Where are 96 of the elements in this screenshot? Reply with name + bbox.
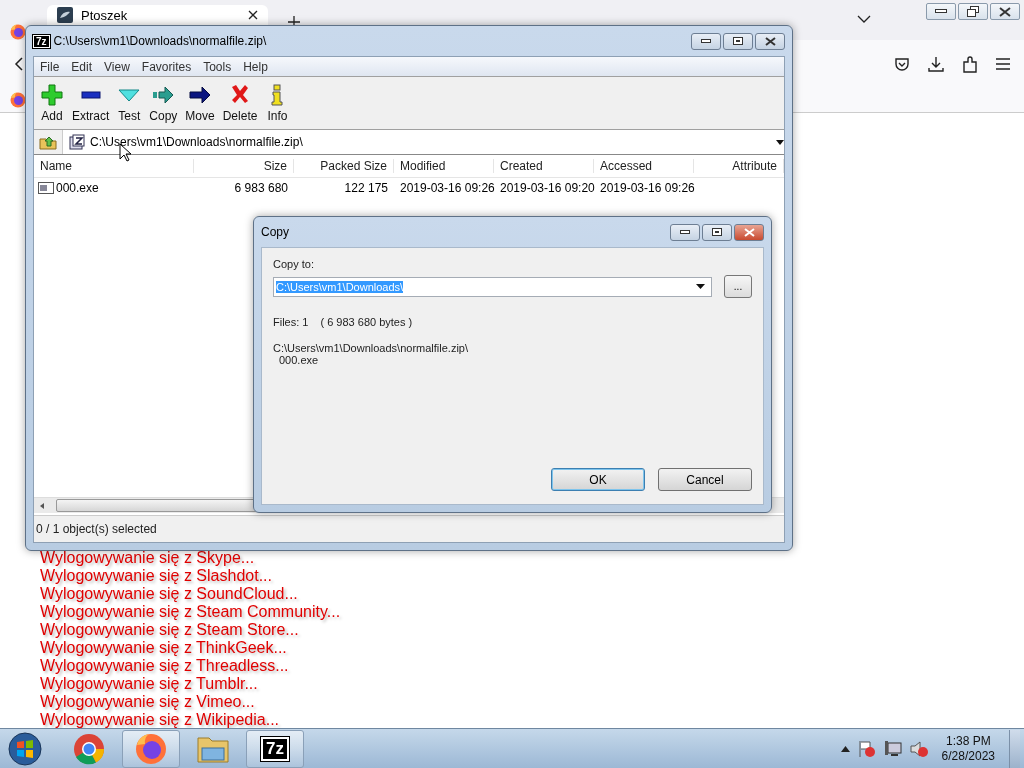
chevron-down-icon[interactable] <box>857 14 871 24</box>
cancel-button[interactable]: Cancel <box>658 468 752 491</box>
status-message: Wylogowywanie się z ThinkGeek... <box>40 639 288 657</box>
file-name[interactable]: 000.exe <box>34 181 194 195</box>
browse-button[interactable]: ... <box>724 275 752 298</box>
close-button[interactable] <box>990 3 1020 20</box>
archive-icon <box>69 134 85 150</box>
toolbar-button[interactable]: Extract <box>68 83 114 123</box>
minimize-icon <box>680 229 690 235</box>
source-path: C:\Users\vm1\Downloads\normalfile.zip\ <box>273 342 469 354</box>
menu-item[interactable]: Tools <box>197 59 238 74</box>
table-cell-text: 6 983 680 <box>233 181 289 195</box>
restore-icon <box>967 6 979 17</box>
status-message: Wylogowywanie się z Steam Store... <box>40 621 300 639</box>
show-hidden-icons-icon[interactable] <box>840 745 850 752</box>
status-message: Wylogowywanie się z Wikipedia... <box>40 711 281 729</box>
menu-icon[interactable] <box>996 58 1010 70</box>
menu-item[interactable]: Favorites <box>135 59 198 74</box>
firefox-icon <box>10 24 26 40</box>
toolbar-button[interactable]: Delete <box>218 83 262 123</box>
column-header[interactable]: Attribute <box>694 159 784 173</box>
menu-item[interactable]: View <box>98 59 136 74</box>
network-icon[interactable] <box>883 739 902 758</box>
app-logo: 7z <box>33 34 50 48</box>
minimize-button[interactable] <box>926 3 956 20</box>
file-name: 000.exe <box>278 354 320 366</box>
ok-button[interactable]: OK <box>551 468 645 491</box>
menu-item[interactable]: Edit <box>65 59 99 74</box>
firefox-icon <box>10 92 26 108</box>
maximize-button[interactable] <box>702 223 732 241</box>
toolbar-button[interactable]: Copy <box>145 83 182 123</box>
table-cell-text: 2019-03-16 09:26 <box>399 181 494 195</box>
maximize-icon <box>733 37 743 45</box>
taskbar-button[interactable] <box>122 729 180 768</box>
menu-item[interactable]: File <box>34 59 66 74</box>
dropdown-arrow-icon[interactable] <box>776 139 784 145</box>
restore-button[interactable] <box>958 3 988 20</box>
table-cell-text: 2019-03-16 09:20 <box>499 181 594 195</box>
flag-icon[interactable] <box>857 739 876 758</box>
close-icon <box>999 6 1011 17</box>
status-message: Wylogowywanie się z Vimeo... <box>40 693 256 711</box>
status-message: Wylogowywanie się z SoundCloud... <box>40 585 299 603</box>
column-header[interactable]: Size <box>194 159 294 173</box>
folder-up-icon <box>39 134 57 150</box>
minimize-icon <box>701 38 711 44</box>
minimize-button[interactable] <box>691 32 721 50</box>
add-icon <box>40 83 64 107</box>
firefox-icon <box>135 732 167 765</box>
taskbar-button[interactable]: 7z <box>246 729 304 768</box>
column-header[interactable]: Accessed <box>594 159 694 173</box>
toolbar-button[interactable]: Add <box>36 83 68 123</box>
status-message: Wylogowywanie się z Tumblr... <box>40 675 259 693</box>
start-button[interactable] <box>8 731 42 766</box>
status-bar: 0 / 1 object(s) selected <box>34 515 784 542</box>
browser-tab[interactable]: Ptoszek <box>47 5 268 25</box>
file-count: Files: 1 <box>273 316 309 328</box>
byte-size: ( 6 983 680 bytes ) <box>320 316 413 328</box>
dialog-title: Copy <box>261 225 290 239</box>
close-icon <box>764 36 776 46</box>
bird-icon <box>57 7 73 23</box>
table-cell-text: 2019-03-16 09:26 <box>599 181 694 195</box>
maximize-button[interactable] <box>723 32 753 50</box>
column-header[interactable]: Modified <box>394 159 494 173</box>
minimize-icon <box>935 9 947 14</box>
minimize-button[interactable] <box>670 223 700 241</box>
download-icon[interactable] <box>928 56 944 72</box>
close-button[interactable] <box>755 32 785 50</box>
toolbar-button[interactable]: Info <box>261 83 294 123</box>
status-message: Wylogowywanie się z Steam Community... <box>40 603 341 621</box>
pocket-icon[interactable] <box>894 56 910 72</box>
table-cell-text: 122 175 <box>343 181 389 195</box>
status-message: Wylogowywanie się z Skype... <box>40 549 256 567</box>
tab-title: Ptoszek <box>81 7 129 23</box>
file-icon <box>38 182 54 194</box>
maximize-icon <box>712 228 722 236</box>
back-icon[interactable] <box>14 57 24 71</box>
app-logo: 7z <box>261 736 289 761</box>
close-icon[interactable] <box>248 10 258 20</box>
toolbar-button[interactable]: Move <box>181 83 219 123</box>
menu-item[interactable]: Help <box>237 59 274 74</box>
volume-muted-icon[interactable] <box>909 739 928 758</box>
status-message: Wylogowywanie się z Slashdot... <box>40 567 273 585</box>
folder-up-button[interactable] <box>34 130 63 154</box>
chrome-icon <box>73 732 105 765</box>
close-icon <box>743 227 755 237</box>
window-title: C:\Users\vm1\Downloads\normalfile.zip\ <box>53 34 268 48</box>
field-label: Copy to: <box>273 258 315 270</box>
clock-time[interactable]: 1:38 PM <box>945 733 991 749</box>
status-message: Wylogowywanie się z Threadless... <box>40 657 290 675</box>
column-header[interactable]: Packed Size <box>294 159 394 173</box>
clock-date[interactable]: 6/28/2023 <box>941 748 995 764</box>
toolbar-button[interactable]: Test <box>113 83 146 123</box>
scroll-left-icon[interactable] <box>38 501 46 510</box>
column-header[interactable]: Created <box>494 159 594 173</box>
puzzle-icon[interactable] <box>962 55 978 73</box>
dropdown-arrow-icon[interactable] <box>696 284 705 289</box>
